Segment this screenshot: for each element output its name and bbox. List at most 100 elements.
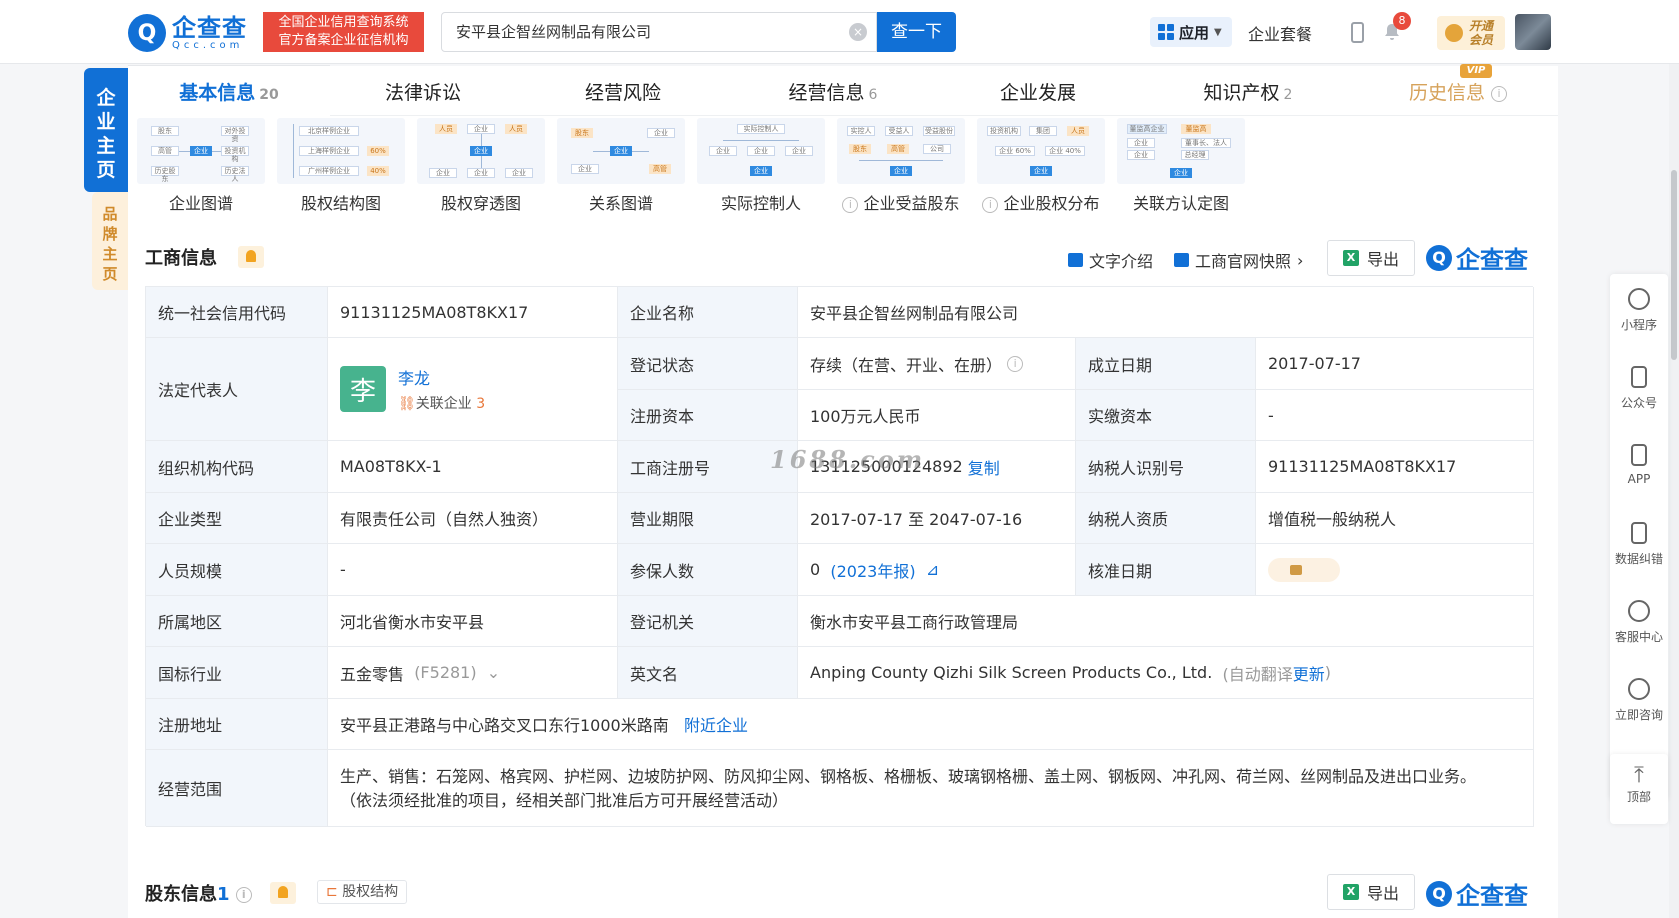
thumb-relation-graph[interactable]: 股东 企业 企业 企业 高管 关系图谱 — [557, 118, 685, 214]
close-paren: ) — [1324, 663, 1331, 682]
thumb-actual-controller[interactable]: 实际控制人 企业 企业 企业 企业 实际控制人 — [697, 118, 825, 214]
rail-label: 数据纠错 — [1614, 552, 1663, 566]
open-vip-button[interactable]: 开通 会员 — [1437, 16, 1505, 50]
consult-button[interactable]: 立即咨询 — [1610, 664, 1668, 742]
authority-label: 登记机关 — [618, 596, 798, 647]
qcc-mark-icon: Q — [1426, 244, 1452, 271]
tab-count: 20 — [259, 87, 279, 103]
legal-rep-avatar[interactable]: 李 — [340, 366, 386, 412]
staff-label: 人员规模 — [146, 544, 328, 596]
thumb-beneficial-owner[interactable]: 实控人 受益人 受益股份 股东 高管 公司 企业 i 企业受益股东 — [837, 118, 965, 214]
watermark: 1688.com — [770, 445, 926, 474]
text-intro-link[interactable]: 文字介绍 — [1068, 248, 1153, 272]
enterprise-homepage-tab[interactable]: 企业主页 — [84, 68, 128, 192]
vip-heart-icon — [1445, 24, 1463, 42]
page-scrollbar-thumb[interactable] — [1671, 170, 1677, 360]
qcc-logo[interactable]: Q 企查查 Qcc.com — [128, 14, 247, 52]
status-value: 存续（在营、开业、在册） — [810, 355, 1003, 375]
link-icon — [1628, 288, 1650, 310]
back-to-top-button[interactable]: ⤒ 顶部 — [1610, 754, 1668, 824]
tab-operation[interactable]: 经营信息 6 — [753, 66, 913, 116]
copy-link[interactable]: 复制 — [968, 455, 1000, 479]
detail-tabs: 基本信息 20 法律诉讼 经营风险 经营信息 6 企业发展 知识产权 2 历史信息 i… — [128, 64, 1558, 116]
official-snapshot-link[interactable]: 工商官网快照 › — [1174, 248, 1303, 272]
thumb-equity-penetration[interactable]: 人员 企业 人员 企业 企业 企业 企业 股权穿透图 — [417, 118, 545, 214]
info-icon: i — [842, 196, 859, 213]
info-icon[interactable]: i — [1007, 355, 1024, 372]
insured-cell: 0 (2023年报) ⊿ — [798, 544, 1076, 596]
legal-rep-label: 法定代表人 — [146, 338, 328, 441]
export-button[interactable]: X 导出 — [1327, 240, 1415, 276]
official-tagline: 全国企业信用查询系统 官方备案企业征信机构 — [263, 12, 424, 52]
term-label: 营业期限 — [618, 493, 798, 544]
logo-en: Qcc.com — [172, 40, 244, 51]
tab-legal[interactable]: 法律诉讼 — [353, 66, 493, 116]
service-center-button[interactable]: 客服中心 — [1610, 586, 1668, 664]
official-account-button[interactable]: 公众号 — [1610, 352, 1668, 430]
tab-history[interactable]: 历史信息 i — [1388, 66, 1528, 116]
thumb-label: 股权结构图 — [300, 194, 381, 213]
english-value: Anping County Qizhi Silk Screen Products… — [810, 663, 1213, 682]
user-avatar[interactable] — [1515, 14, 1551, 50]
scope-line-2: （依法须经批准的项目，经相关部门批准后方可开展经营活动） — [340, 791, 789, 810]
back-to-top[interactable]: ⤒ 顶部 — [1610, 754, 1668, 824]
address-value: 安平县正港路与中心路交叉口东行1000米路南 — [340, 716, 669, 735]
apps-menu-button[interactable]: 应用 ▼ — [1150, 17, 1232, 47]
tab-basic-info[interactable]: 基本信息 20 — [128, 66, 330, 116]
tab-label: 法律诉讼 — [384, 82, 461, 104]
follow-bell-icon[interactable] — [238, 246, 264, 268]
tab-label: 基本信息 — [179, 82, 256, 104]
thumb-equity-structure[interactable]: 北京样例企业 上海样例企业 广州样例企业 60% 40% 股权结构图 — [277, 118, 405, 214]
nearby-companies-link[interactable]: 附近企业 — [684, 712, 748, 736]
established-label: 成立日期 — [1076, 338, 1256, 390]
logo-text: 企查查 Qcc.com — [172, 15, 247, 51]
thumb-related-party[interactable]: 董监高企业 董监高 企业 董事长、法人 企业 总经理 企业 关联方认定图 — [1117, 118, 1245, 214]
scope-line-1: 生产、销售：石笼网、格宾网、护栏网、边坡防护网、防风抑尘网、钢格板、格栅板、玻璃… — [340, 767, 1477, 786]
reg-capital-value: 100万元人民币 — [798, 390, 1076, 441]
headset-icon — [1628, 600, 1650, 622]
side-tab-main-label: 企业主页 — [96, 87, 116, 181]
company-name-label: 企业名称 — [618, 287, 798, 338]
tab-development[interactable]: 企业发展 — [968, 66, 1108, 116]
english-label: 英文名 — [618, 647, 798, 699]
enterprise-package-link[interactable]: 企业套餐 — [1248, 21, 1312, 45]
search-input[interactable]: 安平县企智丝网制品有限公司 — [441, 12, 877, 52]
app-download-button[interactable]: APP — [1610, 430, 1668, 508]
insured-year-link[interactable]: (2023年报) — [830, 558, 915, 582]
trend-chart-icon[interactable]: ⊿ — [926, 560, 939, 579]
related-companies-link[interactable]: ⛓关联企业 3 — [398, 393, 485, 413]
export-button[interactable]: X 导出 — [1327, 874, 1415, 910]
credit-code-value: 91131125MA08T8KX17 — [328, 287, 618, 338]
tab-label: 经营风险 — [584, 82, 661, 104]
paid-capital-value: - — [1256, 390, 1534, 441]
info-icon[interactable]: i — [235, 887, 252, 903]
qcc-brand-mark: Q 企查查 — [1426, 876, 1528, 911]
industry-cell[interactable]: 五金零售 (F5281) ⌄ — [328, 647, 618, 699]
excel-icon: X — [1342, 250, 1359, 266]
org-code-label: 组织机构代码 — [146, 441, 328, 493]
mobile-phone-icon[interactable] — [1351, 22, 1364, 43]
rail-label: 小程序 — [1620, 318, 1657, 332]
brand-homepage-tab[interactable]: 品牌主页 — [92, 192, 128, 290]
follow-bell-icon[interactable] — [270, 882, 296, 904]
thumb-label: 企业图谱 — [168, 194, 233, 213]
app-root: { "header": { "logo_cn": "企查查", "logo_en… — [0, 0, 1679, 918]
update-link[interactable]: 更新 — [1293, 661, 1325, 685]
chevron-right-icon: › — [1297, 250, 1304, 270]
legal-rep-name[interactable]: 李龙 — [398, 365, 485, 389]
search-button[interactable]: 查一下 — [877, 12, 956, 52]
right-tool-rail: 小程序 公众号 APP 数据纠错 客服中心 立即咨询 — [1610, 274, 1668, 800]
tab-label: 企业发展 — [999, 82, 1076, 104]
lock-icon[interactable] — [1268, 557, 1340, 582]
thumb-enterprise-graph[interactable]: 股东 高管 历史股东 企业 对外投资 投资机构 历史法人 企业图谱 — [137, 118, 265, 214]
mini-program-button[interactable]: 小程序 — [1610, 274, 1668, 352]
chevron-down-icon[interactable]: ⌄ — [487, 663, 500, 682]
thumb-equity-distribution[interactable]: 投资机构 集团 人员 企业 60% 企业 40% 企业 i 企业股权分布 — [977, 118, 1105, 214]
tab-ip[interactable]: 知识产权 2 — [1168, 66, 1328, 116]
data-correction-button[interactable]: 数据纠错 — [1610, 508, 1668, 586]
clear-search-icon[interactable]: × — [849, 23, 867, 41]
equity-structure-button[interactable]: ⊏ 股权结构 — [317, 880, 408, 904]
excel-icon: X — [1342, 884, 1359, 900]
status-label: 登记状态 — [618, 338, 798, 390]
tab-risk[interactable]: 经营风险 — [553, 66, 693, 116]
